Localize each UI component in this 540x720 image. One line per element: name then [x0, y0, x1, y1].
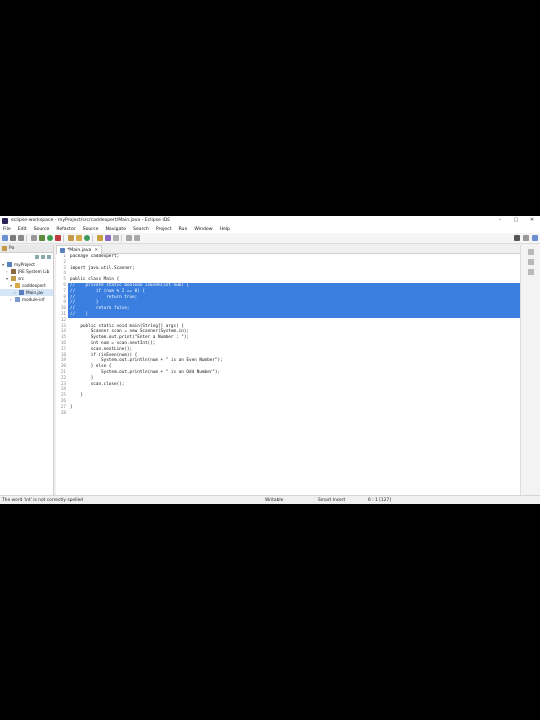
- package-icon: [15, 283, 20, 288]
- tree-item-src[interactable]: ▾ src: [0, 275, 53, 282]
- tree-label: caddexpert: [22, 283, 46, 288]
- status-insert-mode: Smart Insert: [318, 498, 346, 503]
- menu-refactor[interactable]: Refactor: [56, 227, 75, 232]
- package-explorer-label: Pa: [9, 246, 15, 251]
- print-icon[interactable]: [31, 235, 37, 241]
- outline-icon[interactable]: [527, 249, 534, 255]
- new-icon[interactable]: [2, 235, 8, 241]
- problems-icon[interactable]: [527, 269, 534, 275]
- java-file-icon: [15, 297, 20, 302]
- tree-item-module-info[interactable]: › module-inf: [0, 296, 53, 303]
- tree-item-jre[interactable]: › JRE System Lib: [0, 268, 53, 275]
- status-writable: Writable: [265, 498, 284, 503]
- minimize-button[interactable]: –: [492, 216, 508, 225]
- new-package-icon[interactable]: [76, 235, 82, 241]
- tree-item-package[interactable]: ▾ caddexpert: [0, 282, 53, 289]
- library-icon: [11, 269, 16, 274]
- toolbar-separator: [26, 234, 27, 242]
- tree-item-project[interactable]: ▾ myProject: [0, 261, 53, 268]
- code-text: // }: [68, 311, 540, 318]
- menu-project[interactable]: Project: [156, 227, 172, 232]
- link-editor-icon[interactable]: [41, 255, 45, 259]
- eclipse-window: eclipse-workspace - myProject/src/caddex…: [0, 216, 540, 504]
- toolbar-separator: [92, 234, 93, 242]
- toolbar-separator: [121, 234, 122, 242]
- new-java-project-icon[interactable]: [68, 235, 74, 241]
- view-menu-icon[interactable]: [47, 255, 51, 259]
- run-icon[interactable]: [47, 235, 53, 241]
- java-perspective-icon[interactable]: [532, 235, 538, 241]
- coverage-icon[interactable]: [55, 235, 61, 241]
- close-icon[interactable]: ✕: [94, 248, 98, 253]
- menu-bar: File Edit Source Refactor Source Navigat…: [0, 225, 540, 233]
- package-explorer: Pa ▾ myProject › JRE System Lib ▾ src ▾ …: [0, 245, 54, 495]
- tree-label: Main.jav: [26, 290, 44, 295]
- main-toolbar: [0, 233, 540, 244]
- tab-main-java[interactable]: *Main.java ✕: [56, 245, 103, 254]
- menu-window[interactable]: Window: [194, 227, 212, 232]
- menu-navigate[interactable]: Navigate: [105, 227, 126, 232]
- code-text: import java.util.Scanner;: [70, 265, 135, 271]
- back-icon[interactable]: [126, 235, 132, 241]
- code-area[interactable]: 1 package caddexpert; 2 3 import java.util.S…: [56, 254, 540, 495]
- tree-label: JRE System Lib: [18, 269, 50, 274]
- title-bar: eclipse-workspace - myProject/src/caddex…: [0, 216, 540, 225]
- new-class-icon[interactable]: [84, 235, 90, 241]
- debug-icon[interactable]: [39, 235, 45, 241]
- code-line[interactable]: 28: [56, 411, 540, 417]
- status-cursor-position: 6 : 1 [127]: [368, 498, 392, 503]
- save-all-icon[interactable]: [18, 235, 24, 241]
- collapse-all-icon[interactable]: [35, 255, 39, 259]
- package-explorer-icon: [2, 246, 7, 251]
- code-text: package caddexpert;: [70, 254, 120, 259]
- line-number: 28: [60, 410, 66, 416]
- java-file-icon: [60, 247, 65, 253]
- menu-search[interactable]: Search: [133, 227, 149, 232]
- search-icon[interactable]: [105, 235, 111, 241]
- tree-item-main-java[interactable]: › Main.jav: [0, 289, 53, 296]
- maximize-button[interactable]: ▢: [508, 216, 524, 225]
- package-explorer-tab[interactable]: Pa: [0, 245, 53, 253]
- editor-tab-bar: *Main.java ✕: [56, 245, 540, 254]
- panel-tools: [0, 253, 53, 261]
- window-controls: – ▢ ✕: [492, 216, 540, 225]
- code-editor: *Main.java ✕ 1 package caddexpert; 2 3 impor…: [56, 245, 540, 495]
- right-trim: [520, 245, 540, 495]
- menu-edit[interactable]: Edit: [18, 227, 27, 232]
- search-icon[interactable]: [514, 235, 520, 241]
- menu-help[interactable]: Help: [220, 227, 230, 232]
- task-list-icon[interactable]: [527, 259, 534, 265]
- tree-label: src: [18, 276, 25, 281]
- open-perspective-icon[interactable]: [523, 235, 529, 241]
- window-title: eclipse-workspace - myProject/src/caddex…: [11, 218, 171, 223]
- menu-source-2[interactable]: Source: [83, 227, 99, 232]
- status-message: The word 'int' is not correctly spelled: [2, 498, 84, 503]
- code-line[interactable]: 11// }: [56, 311, 540, 318]
- annotation-icon[interactable]: [113, 235, 119, 241]
- tree-label: module-inf: [22, 297, 45, 302]
- code-text: scan.close();: [70, 381, 125, 387]
- code-text: }: [70, 393, 83, 399]
- toolbar-right: [511, 235, 538, 241]
- menu-file[interactable]: File: [3, 227, 11, 232]
- eclipse-logo-icon: [2, 217, 8, 224]
- tree-label: myProject: [14, 262, 35, 267]
- open-type-icon[interactable]: [97, 235, 103, 241]
- project-icon: [7, 262, 12, 267]
- save-icon[interactable]: [10, 235, 16, 241]
- toolbar-separator: [63, 234, 64, 242]
- source-folder-icon: [11, 276, 16, 281]
- java-file-icon: [19, 290, 24, 295]
- status-bar: The word 'int' is not correctly spelled …: [0, 495, 540, 504]
- forward-icon[interactable]: [134, 235, 140, 241]
- editor-tab-label: *Main.java: [67, 247, 92, 253]
- menu-source[interactable]: Source: [34, 227, 50, 232]
- close-button[interactable]: ✕: [524, 216, 540, 225]
- menu-run[interactable]: Run: [179, 227, 188, 232]
